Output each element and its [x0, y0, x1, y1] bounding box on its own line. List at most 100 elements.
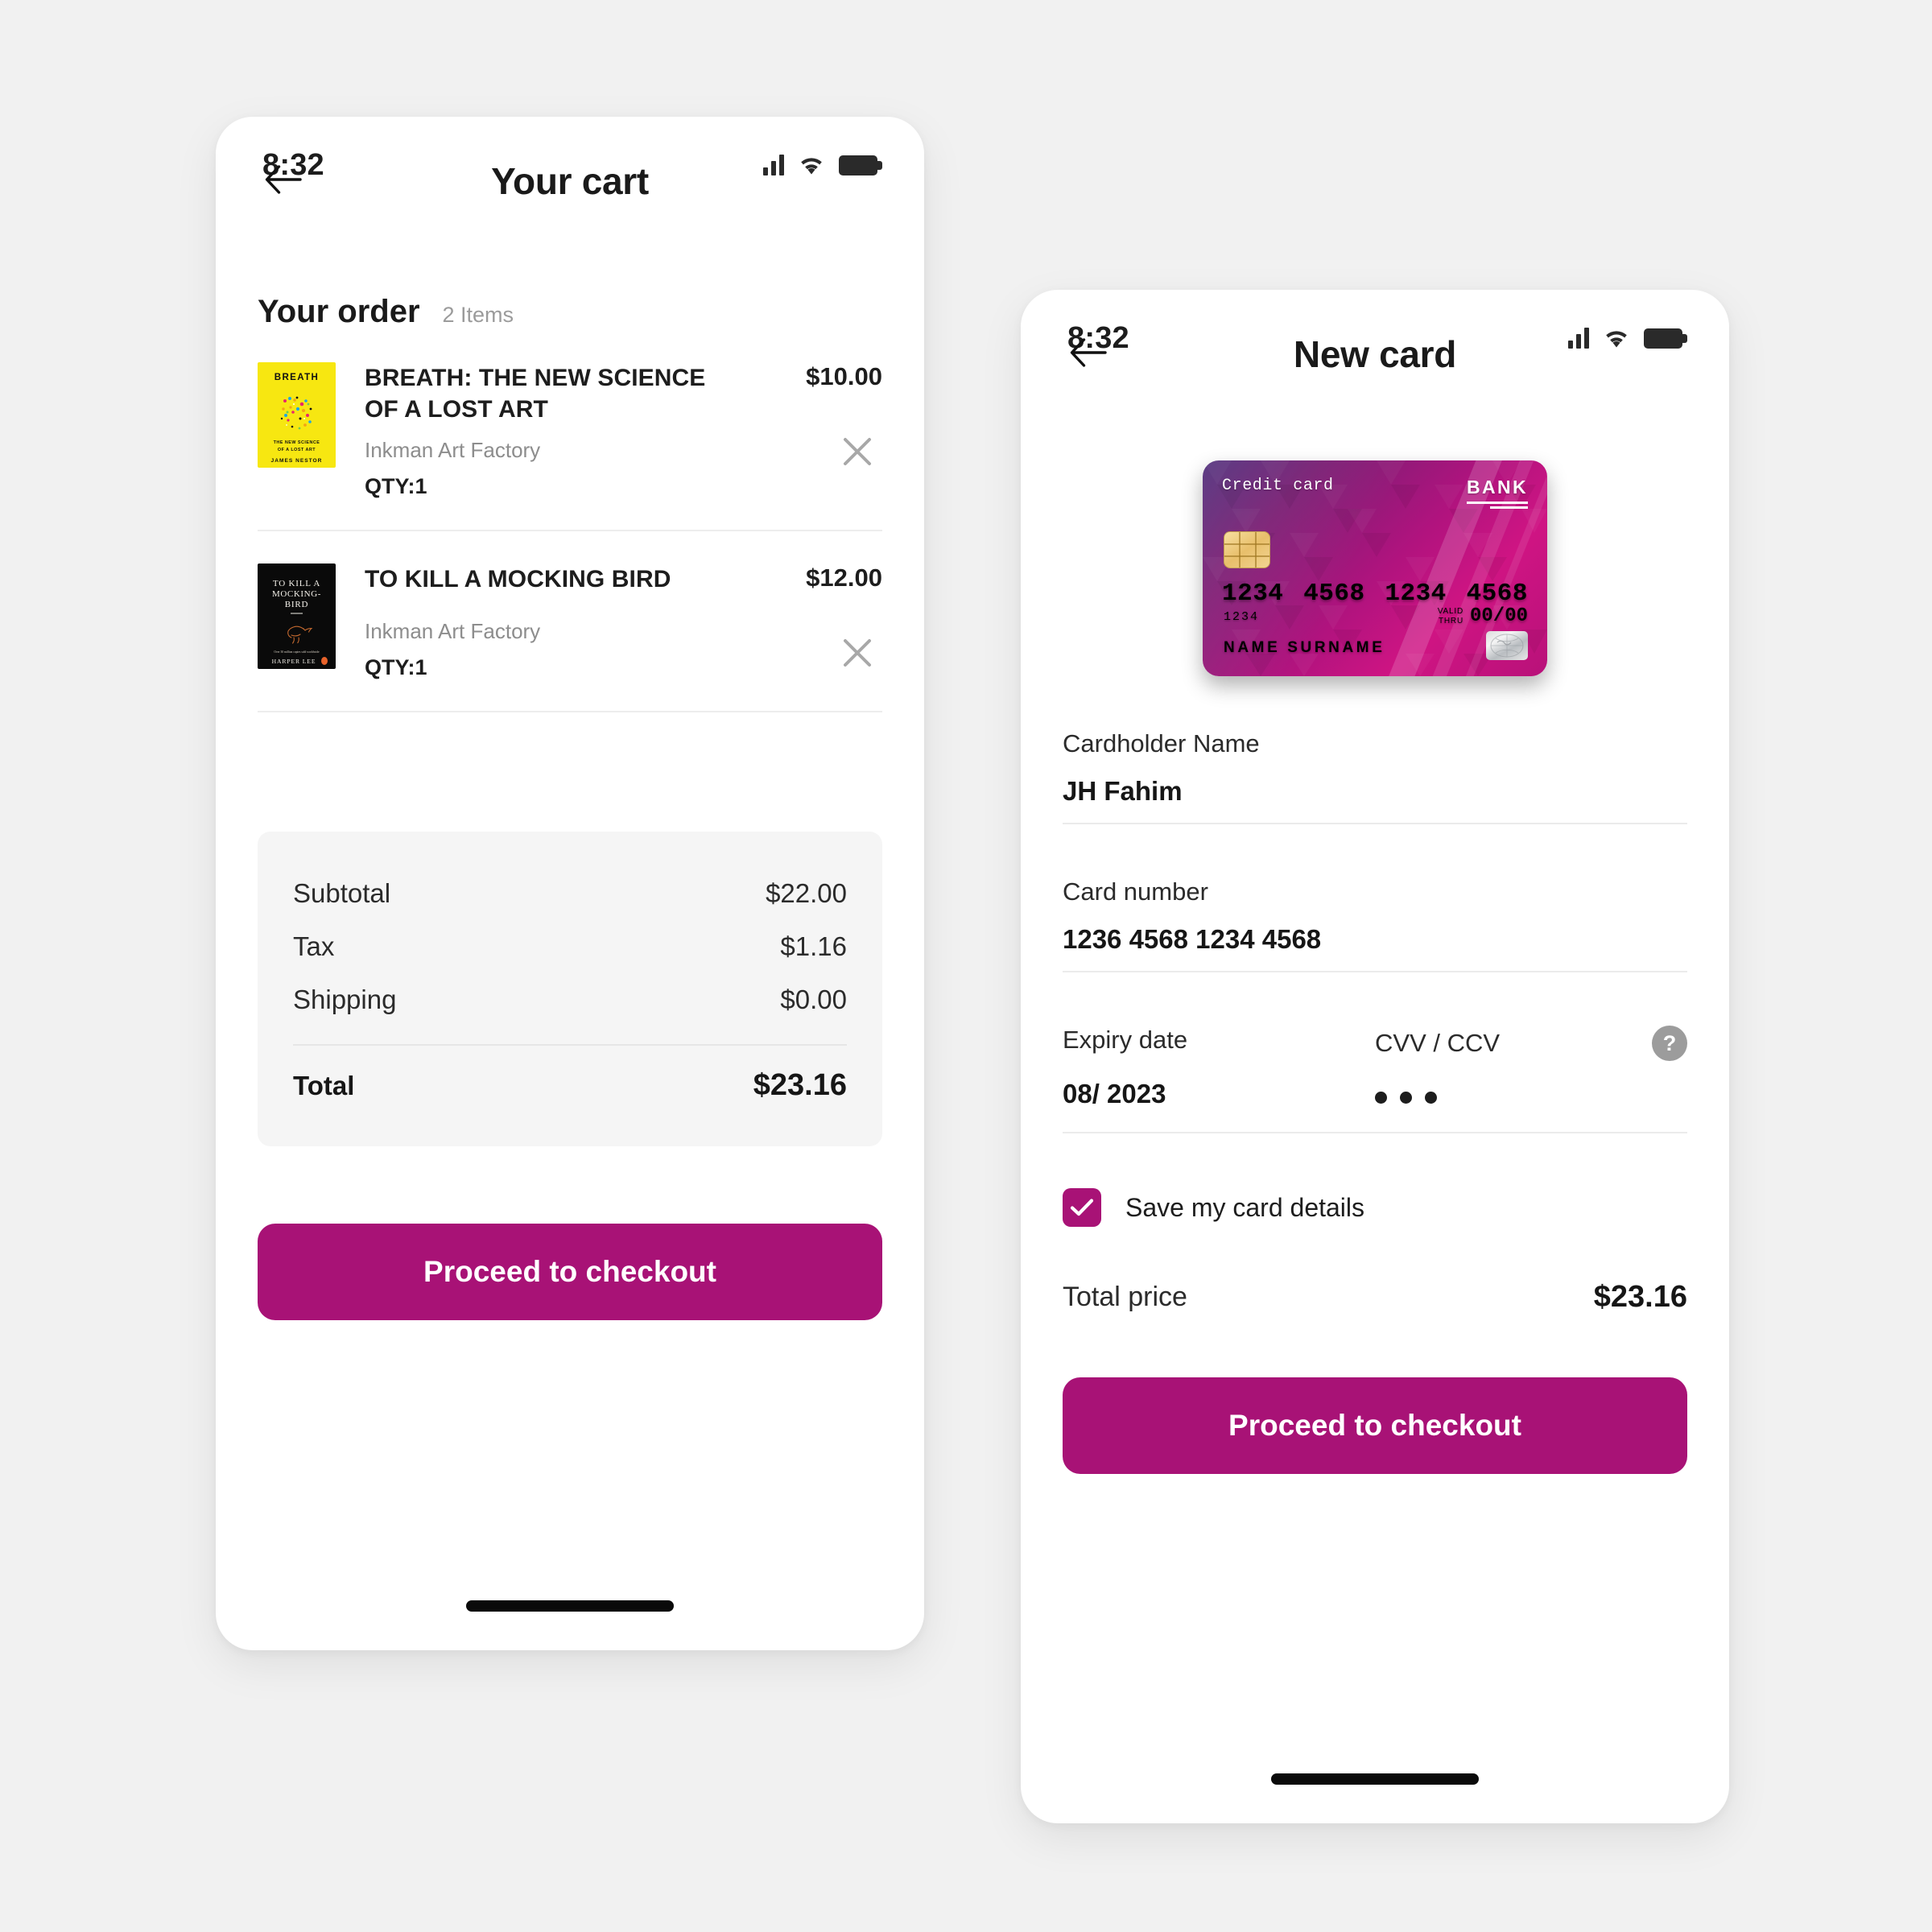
- cart-item-price: $12.00: [806, 564, 882, 592]
- field-cardholder-name: Cardholder Name JH Fahim: [1063, 729, 1687, 824]
- checkmark-icon: [1070, 1198, 1094, 1217]
- summary-label: Tax: [293, 931, 335, 961]
- back-button[interactable]: [1063, 328, 1114, 380]
- cart-item-actions: $12.00: [745, 564, 882, 679]
- total-price-value: $23.16: [1593, 1280, 1687, 1314]
- svg-text:OF A LOST ART: OF A LOST ART: [278, 448, 316, 452]
- card-last-four-small: 1234: [1224, 610, 1260, 624]
- svg-text:THE NEW SCIENCE: THE NEW SCIENCE: [274, 440, 320, 445]
- expiry-cvv-inputs-row: 08/ 2023: [1063, 1061, 1687, 1133]
- cart-item-info: TO KILL A MOCKING BIRD Inkman Art Factor…: [336, 564, 745, 680]
- svg-text:Over 30 million copies sold wo: Over 30 million copies sold worldwide: [274, 650, 320, 654]
- order-summary-panel: Subtotal $22.00 Tax $1.16 Shipping $0.00…: [258, 832, 882, 1146]
- cvv-value-col: [1375, 1079, 1687, 1116]
- save-card-checkbox[interactable]: [1063, 1188, 1101, 1227]
- credit-card-preview: Credit card BANK 1234 4568 1234 4568 123…: [1203, 460, 1547, 676]
- card-number-input[interactable]: 1236 4568 1234 4568: [1063, 906, 1687, 972]
- page-title: Your cart: [491, 160, 649, 202]
- total-price-row: Total price $23.16: [1063, 1280, 1687, 1315]
- card-bank-logo: BANK: [1466, 477, 1528, 509]
- cvv-label: CVV / CCV: [1375, 1029, 1501, 1057]
- cart-item-title: BREATH: THE NEW SCIENCE OF A LOST ART: [365, 365, 706, 423]
- cvv-input-masked[interactable]: [1375, 1079, 1687, 1116]
- order-title: Your order: [258, 294, 420, 329]
- screenshot-stage: 8:32 Your cart Your order 2 Items BREATH…: [0, 0, 1932, 1932]
- cart-item-actions: $10.00: [745, 362, 882, 478]
- arrow-left-icon: [265, 164, 302, 198]
- expiry-date-input[interactable]: 08/ 2023: [1063, 1079, 1375, 1116]
- valid-thru-label: VALID THRU: [1438, 607, 1463, 625]
- svg-text:BIRD: BIRD: [285, 600, 308, 609]
- card-number-group: 4568: [1466, 580, 1528, 608]
- card-valid-thru: VALID THRU 00/00: [1438, 605, 1528, 627]
- card-top-row: Credit card BANK: [1222, 477, 1528, 509]
- field-expiry-cvv: Expiry date CVV / CCV ? 08/ 2023: [1063, 1026, 1687, 1133]
- summary-value: $0.00: [780, 985, 847, 1014]
- valid-thru-value: 00/00: [1469, 605, 1528, 627]
- book-cover-mockingbird: TO KILL A MOCKING- BIRD Over 30 million …: [258, 564, 336, 669]
- cart-item-vendor: Inkman Art Factory: [365, 619, 541, 643]
- save-card-row[interactable]: Save my card details: [1063, 1188, 1687, 1227]
- home-indicator: [1271, 1773, 1479, 1785]
- summary-value: $22.00: [766, 878, 847, 908]
- card-holder-name-display: NAME SURNAME: [1224, 639, 1385, 656]
- proceed-to-checkout-button[interactable]: Proceed to checkout: [1063, 1377, 1687, 1474]
- summary-row-shipping: Shipping $0.00: [293, 973, 847, 1026]
- cvv-col: CVV / CCV ?: [1375, 1026, 1687, 1061]
- cart-item-quantity: QTY:1: [365, 655, 427, 679]
- summary-row-tax: Tax $1.16: [293, 920, 847, 973]
- summary-total-value: $23.16: [753, 1068, 847, 1102]
- card-number-group: 1234: [1222, 580, 1284, 608]
- cart-item-row[interactable]: BREATH THE NEW SCIENCE OF A LOST ART JAM…: [258, 330, 882, 531]
- expiry-value-col: 08/ 2023: [1063, 1079, 1375, 1116]
- summary-label: Shipping: [293, 985, 397, 1014]
- hologram-globe-icon: [1486, 631, 1528, 660]
- credit-card-preview-wrap: Credit card BANK 1234 4568 1234 4568 123…: [1063, 460, 1687, 676]
- summary-row-total: Total $23.16: [293, 1057, 847, 1114]
- summary-divider: [293, 1044, 847, 1046]
- cart-item-title: TO KILL A MOCKING BIRD: [365, 566, 671, 592]
- svg-text:TO KILL A: TO KILL A: [273, 579, 320, 588]
- phone-cart-screen: 8:32 Your cart Your order 2 Items BREATH…: [216, 117, 924, 1650]
- proceed-to-checkout-button[interactable]: Proceed to checkout: [258, 1224, 882, 1320]
- phone-new-card-screen: 8:32 New card Credit card BANK 1234 4568…: [1021, 290, 1729, 1823]
- home-indicator: [466, 1600, 674, 1612]
- expiry-date-label: Expiry date: [1063, 1026, 1188, 1054]
- cart-cta-wrap: Proceed to checkout: [216, 1224, 924, 1320]
- card-type-label: Credit card: [1222, 477, 1334, 495]
- back-button[interactable]: [258, 155, 309, 207]
- field-card-number: Card number 1236 4568 1234 4568: [1063, 877, 1687, 972]
- card-bank-label: BANK: [1466, 477, 1528, 497]
- expiry-col: Expiry date: [1063, 1026, 1375, 1061]
- card-number-label: Card number: [1063, 877, 1208, 906]
- card-body: Credit card BANK 1234 4568 1234 4568 123…: [1021, 460, 1729, 1315]
- cart-body: Your order 2 Items BREATH THE NEW SCIENC…: [216, 294, 924, 712]
- card-number-group: 4568: [1303, 580, 1365, 608]
- svg-text:BREATH: BREATH: [275, 373, 319, 382]
- save-card-label: Save my card details: [1125, 1192, 1365, 1222]
- nav-bar: New card: [1021, 290, 1729, 419]
- order-heading-row: Your order 2 Items: [258, 294, 882, 330]
- question-mark-icon[interactable]: ?: [1652, 1026, 1687, 1061]
- cardholder-name-input[interactable]: JH Fahim: [1063, 758, 1687, 824]
- card-number-group: 1234: [1385, 580, 1447, 608]
- remove-item-button[interactable]: [832, 428, 882, 478]
- svg-text:HARPER LEE: HARPER LEE: [272, 658, 316, 665]
- summary-label: Subtotal: [293, 878, 391, 908]
- cardholder-name-label: Cardholder Name: [1063, 729, 1260, 758]
- nav-bar: Your cart: [216, 117, 924, 246]
- bank-underline-1: [1466, 502, 1528, 504]
- remove-item-button[interactable]: [832, 630, 882, 679]
- bank-underline-2: [1489, 506, 1528, 509]
- cart-item-row[interactable]: TO KILL A MOCKING- BIRD Over 30 million …: [258, 531, 882, 712]
- svg-text:MOCKING-: MOCKING-: [272, 589, 321, 599]
- valid-thru-line1: VALID: [1437, 607, 1463, 616]
- cart-item-price: $10.00: [806, 362, 882, 390]
- summary-value: $1.16: [780, 931, 847, 961]
- page-title: New card: [1293, 333, 1457, 375]
- svg-text:JAMES NESTOR: JAMES NESTOR: [271, 458, 323, 464]
- cart-item-quantity: QTY:1: [365, 474, 427, 498]
- book-cover-breath: BREATH THE NEW SCIENCE OF A LOST ART JAM…: [258, 362, 336, 468]
- cart-item-info: BREATH: THE NEW SCIENCE OF A LOST ART In…: [336, 362, 745, 499]
- arrow-left-icon: [1070, 337, 1107, 371]
